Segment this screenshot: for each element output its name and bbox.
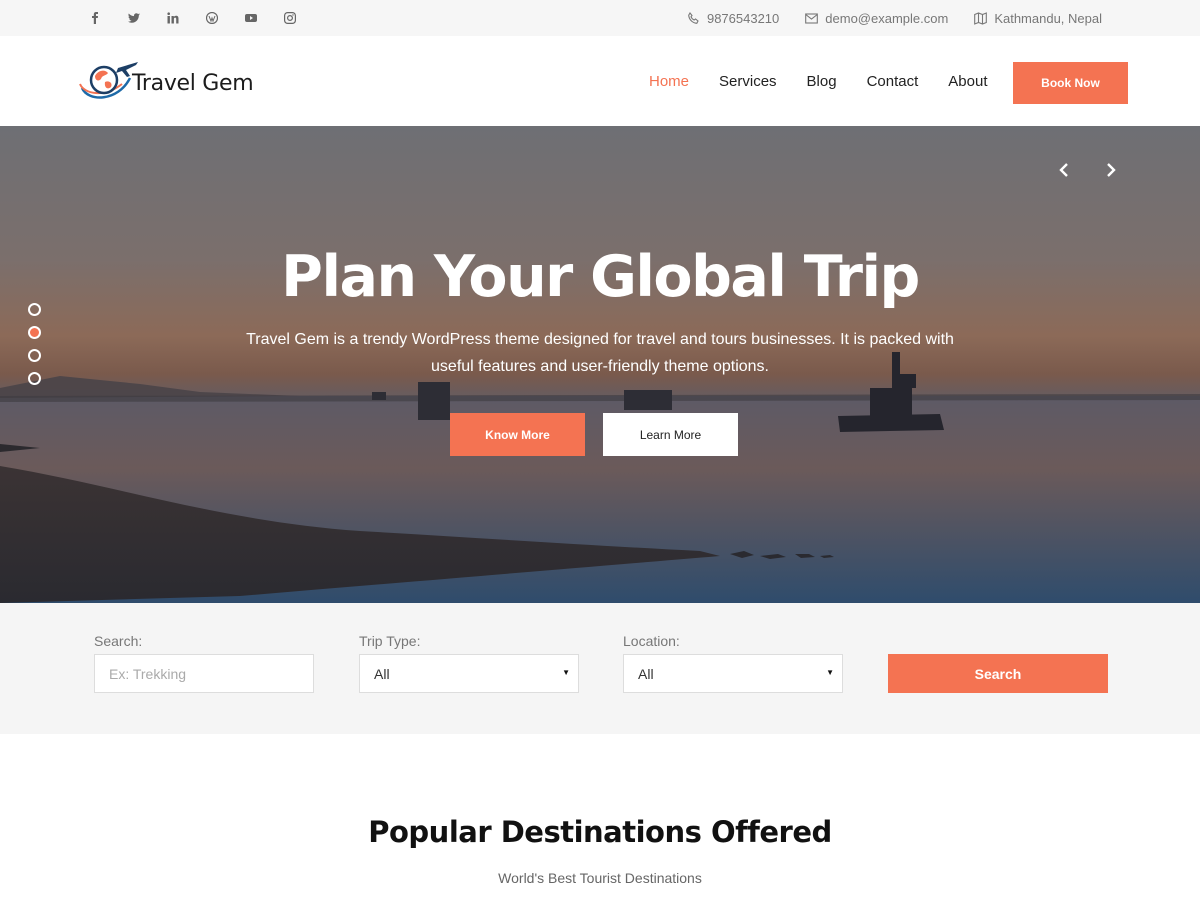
- hero-description: Travel Gem is a trendy WordPress theme d…: [246, 331, 954, 375]
- trip-type-label: Trip Type:: [359, 633, 421, 649]
- chevron-right-icon: [1107, 163, 1116, 177]
- email-contact[interactable]: demo@example.com: [805, 11, 948, 26]
- phone-icon: [688, 11, 699, 24]
- email-address: demo@example.com: [825, 10, 949, 26]
- section-title: Popular Destinations Offered: [368, 815, 832, 849]
- search-input[interactable]: Ex: Trekking: [94, 654, 314, 693]
- nav-blog[interactable]: Blog: [807, 73, 837, 90]
- instagram-icon[interactable]: [281, 0, 320, 36]
- location-select[interactable]: All ▼: [623, 654, 843, 693]
- map-icon: [974, 11, 988, 25]
- slider-dot[interactable]: [28, 349, 41, 362]
- nav-home[interactable]: Home: [649, 73, 689, 90]
- hero-title: Plan Your Global Trip: [281, 244, 920, 310]
- trip-type-value: All: [374, 665, 390, 682]
- search-field-group: Search: Ex: Trekking: [94, 633, 314, 693]
- location-value: All: [638, 665, 654, 682]
- youtube-icon[interactable]: [242, 0, 281, 36]
- wordpress-icon[interactable]: [203, 0, 242, 36]
- main-nav: Home Services Blog Contact About: [634, 36, 1002, 126]
- location-contact: Kathmandu, Nepal: [974, 11, 1102, 26]
- section-subtitle: World's Best Tourist Destinations: [498, 870, 702, 886]
- nav-services[interactable]: Services: [719, 73, 777, 90]
- logo-text: Travel Gem: [132, 70, 254, 96]
- top-bar: 9876543210 demo@example.com Kathmandu, N…: [0, 0, 1200, 36]
- caret-down-icon: ▼: [562, 668, 570, 677]
- know-more-button[interactable]: Know More: [450, 413, 585, 456]
- trip-search-section: Search: Ex: Trekking Trip Type: All ▼ Lo…: [0, 603, 1200, 734]
- trip-type-field-group: Trip Type: All ▼: [359, 633, 579, 693]
- chevron-left-icon: [1059, 163, 1068, 177]
- slider-dot[interactable]: [28, 372, 41, 385]
- contact-info: 9876543210 demo@example.com Kathmandu, N…: [661, 0, 1102, 36]
- hero-slider: Plan Your Global Trip Travel Gem is a tr…: [0, 126, 1200, 603]
- search-label: Search:: [94, 633, 143, 649]
- learn-more-button[interactable]: Learn More: [603, 413, 738, 456]
- facebook-icon[interactable]: [86, 0, 125, 36]
- location-label: Location:: [623, 633, 680, 649]
- mail-icon: [805, 12, 819, 24]
- prev-slide-arrow[interactable]: [1054, 160, 1074, 180]
- linkedin-icon[interactable]: [164, 0, 203, 36]
- caret-down-icon: ▼: [826, 668, 834, 677]
- nav-contact[interactable]: Contact: [867, 73, 919, 90]
- phone-contact[interactable]: 9876543210: [687, 11, 779, 26]
- location-field-group: Location: All ▼: [623, 633, 843, 693]
- search-button[interactable]: Search: [888, 654, 1108, 693]
- slider-dot-active[interactable]: [28, 326, 41, 339]
- globe-plane-icon: [79, 62, 138, 99]
- twitter-icon[interactable]: [125, 0, 164, 36]
- location-text: Kathmandu, Nepal: [994, 10, 1102, 26]
- slider-dots: [28, 303, 41, 395]
- site-logo[interactable]: Travel Gem: [78, 58, 254, 104]
- book-now-button[interactable]: Book Now: [1013, 62, 1128, 104]
- nav-about[interactable]: About: [948, 73, 987, 90]
- phone-number: 9876543210: [706, 10, 780, 26]
- next-slide-arrow[interactable]: [1101, 160, 1121, 180]
- social-links: [86, 0, 320, 36]
- site-header: Travel Gem Home Services Blog Contact Ab…: [0, 36, 1200, 126]
- trip-type-select[interactable]: All ▼: [359, 654, 579, 693]
